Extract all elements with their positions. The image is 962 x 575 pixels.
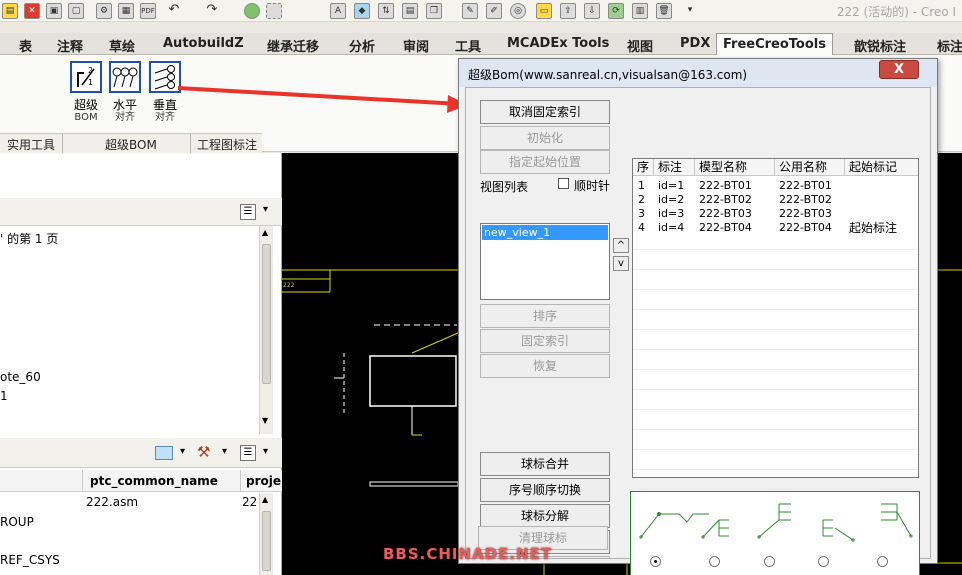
row-divider [633, 389, 918, 390]
column-header-index[interactable]: 序 [633, 159, 654, 176]
balloon-style-previews [639, 503, 913, 542]
row-divider [633, 469, 918, 470]
style-radio-3[interactable] [764, 556, 775, 567]
row-common-name: 222-BT01 [779, 179, 832, 192]
row-model-name: 222-BT04 [699, 221, 752, 234]
table-row[interactable]: 4 id=4 222-BT04 222-BT04 起始标注 [633, 221, 918, 235]
row-tag: id=2 [658, 193, 685, 206]
row-divider [633, 349, 918, 350]
style-radio-2[interactable] [709, 556, 720, 567]
split-balloons-button[interactable]: 球标分解 [480, 504, 610, 528]
view-list[interactable]: new_view_1 [480, 223, 610, 300]
merge-balloons-button[interactable]: 球标合并 [480, 452, 610, 476]
clockwise-label: 顺时针 [574, 179, 611, 193]
column-header-tag[interactable]: 标注 [654, 159, 695, 176]
row-index: 3 [638, 207, 645, 220]
close-button[interactable]: X [879, 60, 919, 79]
row-index: 4 [638, 221, 645, 234]
column-header-common-name[interactable]: 公用名称 [775, 159, 845, 176]
row-divider [633, 369, 918, 370]
table-row[interactable]: 2 id=2 222-BT02 222-BT02 [633, 193, 918, 207]
row-tag: id=3 [658, 207, 685, 220]
style-radio-5[interactable] [877, 556, 888, 567]
row-model-name: 222-BT02 [699, 193, 752, 206]
row-tag: id=1 [658, 179, 685, 192]
move-down-button[interactable]: v [613, 256, 629, 271]
style-radio-1[interactable] [650, 556, 661, 567]
row-model-name: 222-BT01 [699, 179, 752, 192]
column-header-start-mark[interactable]: 起始标记 [845, 159, 918, 176]
row-divider [633, 429, 918, 430]
row-common-name: 222-BT03 [779, 207, 832, 220]
row-index: 2 [638, 193, 645, 206]
row-model-name: 222-BT03 [699, 207, 752, 220]
row-divider [633, 329, 918, 330]
bom-table[interactable]: 序 标注 模型名称 公用名称 起始标记 1 id=1 222-BT01 222-… [632, 158, 919, 478]
set-start-position-button[interactable]: 指定起始位置 [480, 150, 610, 174]
watermark: BBS.CHINADE.NET [383, 545, 553, 563]
creo-window: ▤ ✕ ▣ ▢ ⚙ ▦ PDF ↶ ↷ A ◆ ⇅ ▤ ❐ ✎ ✐ ◎ ▭ ⇪ … [0, 0, 962, 575]
row-divider [633, 309, 918, 310]
row-divider [633, 269, 918, 270]
row-common-name: 222-BT04 [779, 221, 832, 234]
dialog-title: 超级Bom(www.sanreal.cn,visualsan@163.com) [468, 68, 748, 82]
restore-button[interactable]: 恢复 [480, 354, 610, 378]
clockwise-checkbox[interactable] [558, 178, 569, 189]
dialog-body: 取消固定索引 初始化 指定起始位置 视图列表 顺时针 new_view_1 ^ … [465, 87, 931, 575]
balloon-style-picker [630, 491, 920, 575]
style-radio-4[interactable] [818, 556, 829, 567]
super-bom-dialog: 超级Bom(www.sanreal.cn,visualsan@163.com) … [458, 58, 938, 575]
row-divider [633, 249, 918, 250]
dialog-title-bar[interactable]: 超级Bom(www.sanreal.cn,visualsan@163.com) … [459, 59, 937, 87]
column-header-model-name[interactable]: 模型名称 [695, 159, 775, 176]
row-common-name: 222-BT02 [779, 193, 832, 206]
row-start-mark: 起始标注 [849, 221, 898, 235]
sort-button[interactable]: 排序 [480, 304, 610, 328]
fix-index-button[interactable]: 固定索引 [480, 329, 610, 353]
row-tag: id=4 [658, 221, 685, 234]
row-divider [633, 449, 918, 450]
row-divider [633, 409, 918, 410]
toggle-order-button[interactable]: 序号顺序切换 [480, 478, 610, 502]
initialize-button[interactable]: 初始化 [480, 126, 610, 150]
table-row[interactable]: 3 id=3 222-BT03 222-BT03 [633, 207, 918, 221]
table-row[interactable]: 1 id=1 222-BT01 222-BT01 [633, 179, 918, 193]
cancel-fixed-index-button[interactable]: 取消固定索引 [480, 100, 610, 124]
move-up-button[interactable]: ^ [613, 238, 629, 253]
row-index: 1 [638, 179, 645, 192]
view-list-label: 视图列表 [480, 180, 529, 194]
view-list-item[interactable]: new_view_1 [482, 225, 608, 240]
row-divider [633, 289, 918, 290]
